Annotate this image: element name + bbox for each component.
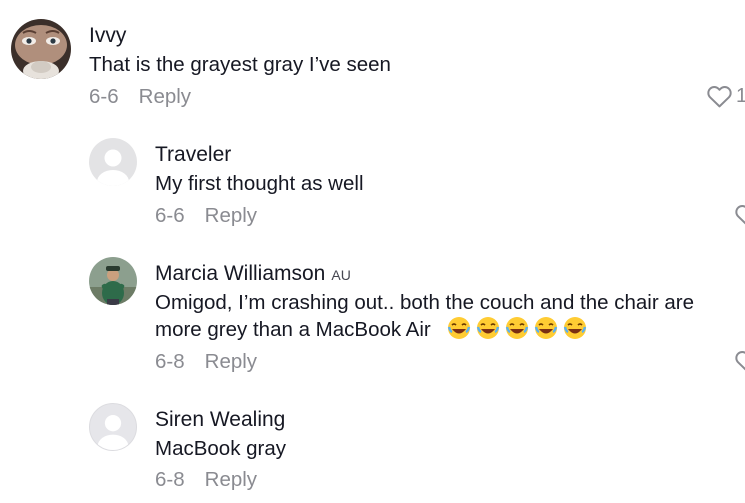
- comment-author[interactable]: Marcia Williamson AU: [155, 262, 351, 286]
- like-button[interactable]: [734, 203, 745, 227]
- heart-outline-icon: [707, 85, 732, 108]
- like-button[interactable]: [734, 349, 745, 373]
- comment-meta: 6-6 Reply: [155, 204, 257, 228]
- comment-date: 6-6: [155, 204, 185, 227]
- reply-button[interactable]: Reply: [205, 204, 257, 227]
- comment-meta: 6-8 Reply: [155, 350, 257, 374]
- comment-text-body: Omigod, I’m crashing out.. both the couc…: [155, 291, 694, 341]
- laughing-emoji-icon: [534, 317, 558, 339]
- like-button[interactable]: 1: [706, 84, 745, 108]
- default-avatar-icon: [97, 415, 129, 450]
- comment-meta: 6-8 Reply: [155, 468, 257, 492]
- heart-outline-icon: [735, 350, 745, 371]
- comment-text: Omigod, I’m crashing out.. both the couc…: [155, 289, 745, 350]
- author-name[interactable]: Ivvy: [89, 24, 126, 47]
- reply-button[interactable]: Reply: [139, 85, 191, 108]
- heart-outline-icon: [735, 204, 745, 225]
- avatar[interactable]: [89, 403, 137, 451]
- comment-date: 6-8: [155, 468, 185, 491]
- comment-author[interactable]: Siren Wealing: [155, 408, 285, 432]
- comment-author[interactable]: Ivvy: [89, 24, 126, 48]
- author-name[interactable]: Siren Wealing: [155, 408, 285, 431]
- laughing-emoji-icon: [447, 317, 471, 339]
- comment-author[interactable]: Traveler: [155, 143, 231, 167]
- reply-button[interactable]: Reply: [205, 350, 257, 373]
- avatar[interactable]: [11, 19, 71, 79]
- like-count: 1: [736, 84, 745, 107]
- author-name[interactable]: Traveler: [155, 143, 231, 166]
- comment-date: 6-8: [155, 350, 185, 373]
- laughing-emoji-icon: [505, 317, 529, 339]
- country-badge: AU: [331, 267, 351, 283]
- comment-meta: 6-6 Reply: [89, 85, 191, 109]
- reply-button[interactable]: Reply: [205, 468, 257, 491]
- author-name[interactable]: Marcia Williamson: [155, 262, 325, 285]
- comment-text: That is the grayest gray I’ve seen: [89, 53, 391, 76]
- laughing-emoji-icon: [563, 317, 587, 339]
- comment-date: 6-6: [89, 85, 119, 108]
- comment-text: MacBook gray: [155, 437, 287, 460]
- default-avatar-icon: [97, 149, 129, 186]
- avatar[interactable]: [89, 257, 137, 305]
- avatar[interactable]: [89, 138, 137, 186]
- laughing-emoji-icon: [476, 317, 500, 339]
- comment-text: My first thought as well: [155, 172, 364, 195]
